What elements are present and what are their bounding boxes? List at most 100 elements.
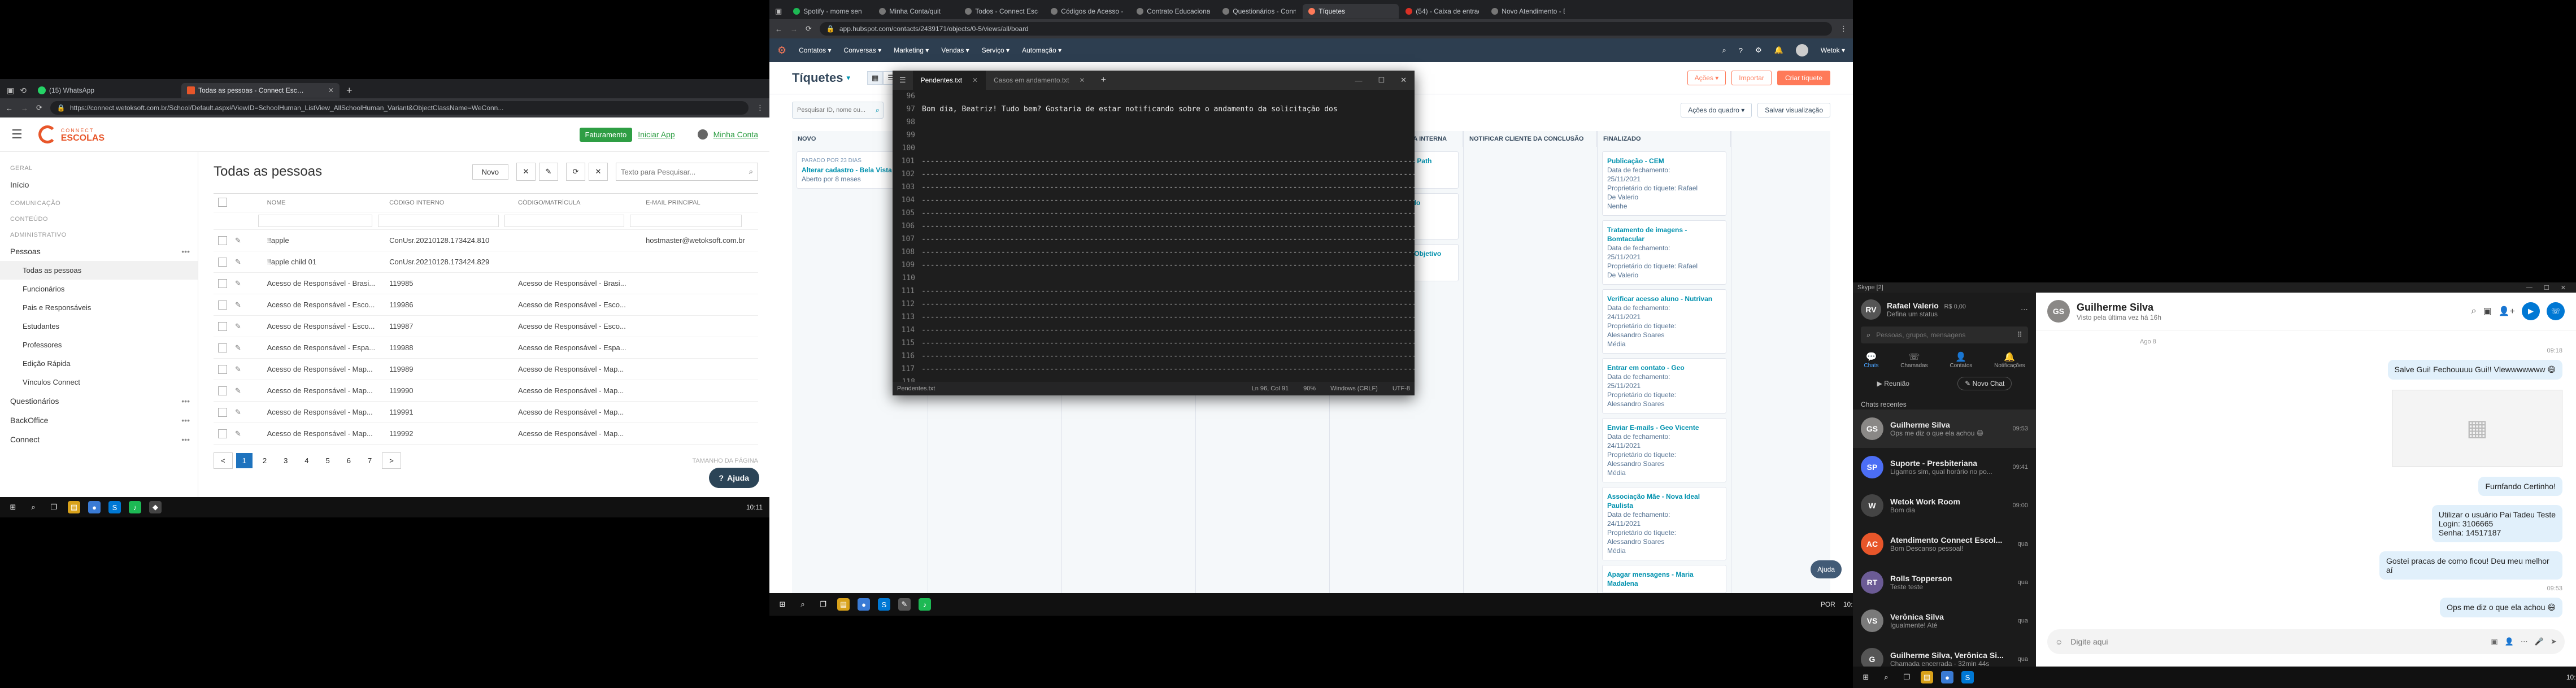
file-explorer-icon[interactable]: ▤ (68, 501, 80, 513)
col-email[interactable]: E-MAIL PRINCIPAL (641, 199, 758, 206)
page-button[interactable]: 2 (256, 452, 273, 469)
edit-icon[interactable]: ✎ (235, 258, 241, 267)
maximize-icon[interactable]: ☐ (2538, 284, 2555, 291)
sidebar-item[interactable]: Todas as pessoas (0, 261, 198, 280)
spotify-icon[interactable]: ♪ (919, 598, 931, 611)
profile-status[interactable]: Defina um status (1887, 310, 2015, 318)
col-matricula[interactable]: CÓDIGO/MATRÍCULA (514, 199, 641, 206)
shared-image[interactable]: ▦ (2392, 390, 2562, 467)
extensions-icon[interactable]: ⋮ (1840, 24, 1847, 33)
table-row[interactable]: ✎ !!apple ConUsr.20210128.173424.810 hostma… (214, 230, 758, 251)
tab-calls[interactable]: ☏ Chamadas (1900, 351, 1927, 369)
filter-input[interactable] (504, 215, 624, 227)
windows-start-icon[interactable]: ⊞ (7, 501, 19, 513)
chrome-icon[interactable]: ● (88, 501, 101, 513)
card-title[interactable]: Enviar E-mails - Geo Vicente (1607, 423, 1721, 432)
windows-start-icon[interactable]: ⊞ (776, 598, 789, 611)
close-icon[interactable]: ✕ (2555, 284, 2571, 291)
nav-item[interactable]: Vendas ▾ (941, 46, 969, 54)
spotify-icon[interactable]: ♪ (129, 501, 141, 513)
chrome-icon[interactable]: ● (1941, 671, 1953, 683)
ticket-card[interactable]: Apagar mensagens - Maria Madalena (1602, 565, 1726, 593)
edit-icon[interactable]: ✎ (235, 322, 241, 331)
col-codigo-interno[interactable]: CÓDIGO INTERNO (385, 199, 514, 206)
refresh-icon[interactable]: ⟳ (566, 163, 585, 181)
search-input[interactable] (1875, 330, 2013, 339)
close-icon[interactable]: ✕ (972, 76, 978, 84)
help-button[interactable]: ? Ajuda (708, 468, 759, 488)
delete-icon[interactable]: ✕ (516, 163, 536, 181)
sidebar-item[interactable]: Connect ••• (0, 430, 198, 449)
more-icon[interactable]: ••• (181, 247, 190, 256)
row-checkbox[interactable] (218, 278, 227, 288)
edit-icon[interactable]: ✎ (539, 163, 558, 181)
more-icon[interactable]: ••• (181, 435, 190, 444)
minha-conta-link[interactable]: Minha Conta (713, 130, 758, 139)
new-tab-button[interactable]: + (1093, 75, 1114, 85)
edit-icon[interactable]: ✎ (235, 343, 241, 352)
nav-item[interactable]: Serviço ▾ (982, 46, 1009, 54)
skype-icon[interactable]: S (878, 598, 890, 611)
card-title[interactable]: Publicação - CEM (1607, 156, 1721, 166)
table-row[interactable]: ✎ Acesso de Responsável - Map... 119990 Ace… (214, 380, 758, 402)
edit-icon[interactable]: ✎ (235, 386, 241, 395)
url-field[interactable]: 🔒 https://connect.wetoksoft.com.br/Schoo… (50, 101, 749, 115)
new-chat-button[interactable]: ✎ Novo Chat (1957, 377, 2012, 390)
table-row[interactable]: ✎ Acesso de Responsável - Map... 119991 Ace… (214, 402, 758, 423)
help-icon[interactable]: ? (1739, 46, 1743, 55)
edit-icon[interactable]: ✎ (235, 301, 241, 310)
tab-contacts[interactable]: 👤 Contatos (1950, 351, 1972, 369)
tab[interactable]: Todos - Connect Escolas (959, 4, 1044, 19)
history-icon[interactable]: ⟲ (20, 86, 27, 95)
connect-logo[interactable]: CONNECT ESCOLAS (38, 125, 105, 143)
ticket-card[interactable]: Verificar acesso aluno - Nutrivan Data de… (1602, 289, 1726, 354)
tab-whatsapp[interactable]: (15) WhatsApp (32, 83, 179, 98)
nav-item[interactable]: Automação ▾ (1022, 46, 1061, 54)
card-title[interactable]: Verificar acesso aluno - Nutrivan (1607, 294, 1721, 303)
ticket-card[interactable]: Enviar E-mails - Geo Vicente Data de fech… (1602, 418, 1726, 482)
notepad-icon[interactable]: ✎ (898, 598, 911, 611)
col-nome[interactable]: NOME (263, 199, 385, 206)
faturamento-button[interactable]: Faturamento (579, 127, 633, 142)
ticket-card[interactable]: Associação Mãe - Nova Ideal Paulista Data… (1602, 487, 1726, 560)
editor-tab[interactable]: Pendentes.txt ✕ (912, 71, 986, 90)
task-view-icon[interactable]: ❐ (817, 598, 829, 611)
select-all-checkbox[interactable] (218, 197, 227, 207)
ticket-card[interactable]: Publicação - CEM Data de fechamento: 25/11… (1602, 151, 1726, 216)
minimize-icon[interactable]: — (2521, 284, 2538, 291)
edit-icon[interactable]: ✎ (235, 279, 241, 288)
card-title[interactable]: Associação Mãe - Nova Ideal Paulista (1607, 492, 1721, 510)
page-button[interactable]: 7 (361, 452, 378, 469)
search-icon[interactable]: ⌕ (27, 501, 40, 513)
tab[interactable]: Spotify - mome sen (787, 4, 872, 19)
row-checkbox[interactable] (218, 257, 227, 267)
tab-connect[interactable]: Todas as pessoas - Connect Esc… ✕ (181, 83, 340, 98)
table-row[interactable]: ✎ Acesso de Responsável - Map... 119992 Ace… (214, 423, 758, 445)
row-checkbox[interactable] (218, 407, 227, 417)
menu-icon[interactable]: ☰ (893, 76, 913, 85)
chat-item[interactable]: GS Guilherme Silva Ops me diz o que ela ac… (1853, 410, 2036, 448)
page-title[interactable]: Tíquetes (792, 71, 843, 85)
page-button[interactable]: 4 (298, 452, 315, 469)
url-field[interactable]: 🔒 app.hubspot.com/contacts/2439171/objec… (819, 22, 1832, 36)
row-checkbox[interactable] (218, 386, 227, 395)
user-menu[interactable]: Wetok ▾ (1821, 46, 1845, 54)
edit-icon[interactable]: ✎ (235, 365, 241, 374)
sidebar-item[interactable]: Questionários ••• (0, 391, 198, 411)
nav-item[interactable]: Marketing ▾ (894, 46, 929, 54)
search-icon[interactable]: ⌕ (872, 106, 883, 115)
actions-button[interactable]: Ações ▾ (1687, 71, 1726, 85)
save-view-button[interactable]: Salvar visualização (1757, 103, 1830, 117)
row-checkbox[interactable] (218, 429, 227, 438)
tab[interactable]: Minha Conta/quit (873, 4, 958, 19)
table-row[interactable]: ✎ Acesso de Responsável - Map... 119989 Ace… (214, 359, 758, 380)
chat-item[interactable]: W Wetok Work Room Bom dia 09:00 (1853, 486, 2036, 525)
search-icon[interactable]: ⌕ (1880, 671, 1892, 683)
forward-icon[interactable]: → (790, 25, 798, 33)
sidebar-item[interactable]: Pais e Responsáveis (0, 298, 198, 317)
tab[interactable]: Questionários - Connect (1217, 4, 1302, 19)
board-view-icon[interactable]: ▦ (867, 71, 884, 85)
avatar[interactable] (1795, 44, 1808, 56)
nav-item[interactable]: Contatos ▾ (799, 46, 831, 54)
edit-icon[interactable]: ✎ (235, 408, 241, 417)
